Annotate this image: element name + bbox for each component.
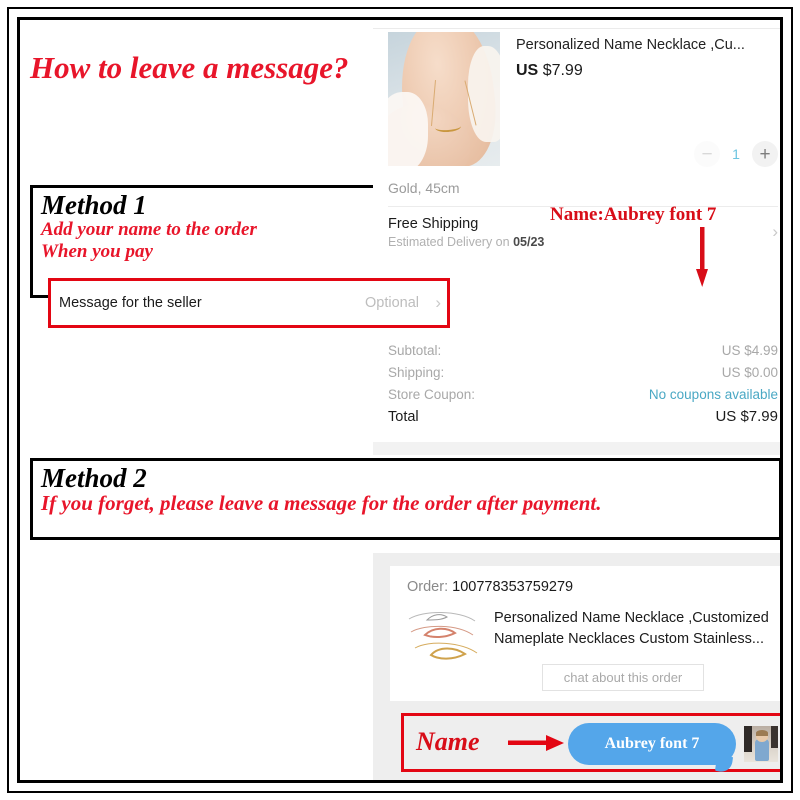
price-amount: $7.99 [542, 62, 583, 80]
table-row: Store Coupon: No coupons available [388, 384, 778, 406]
infographic-frame: How to leave a message? Method 1 Add you… [17, 17, 783, 783]
chat-about-this-order-button[interactable]: chat about this order [542, 664, 704, 691]
necklaces-illustration [408, 612, 478, 660]
summary-value: US $4.99 [721, 343, 778, 358]
annotation-name-label: Name [416, 727, 480, 756]
summary-label: Store Coupon: [388, 387, 476, 402]
summary-value: US $7.99 [715, 408, 778, 425]
order-number-line: Order: 100778353759279 [407, 579, 573, 595]
message-for-seller-field[interactable]: Message for the seller Optional › [48, 278, 450, 328]
order-detail-screenshot: Order: 100778353759279 Personalized Name… [373, 553, 780, 780]
table-row: Subtotal: US $4.99 [388, 340, 778, 362]
chat-message-bubble: Aubrey font 7 [568, 723, 736, 765]
shipping-estimate-prefix: Estimated Delivery on [388, 235, 514, 249]
order-number: 100778353759279 [452, 579, 574, 595]
product-title: Personalized Name Necklace ,Cu... [516, 37, 745, 53]
product-photo [388, 32, 500, 166]
panel-bottom-band [373, 442, 780, 455]
arrow-right-icon [508, 735, 564, 751]
chat-name-callout: Name Aubrey font 7 [401, 713, 780, 772]
quantity-decrease-button[interactable]: − [694, 141, 720, 167]
chevron-right-icon[interactable]: › [772, 222, 778, 242]
quantity-stepper[interactable]: − 1 + [694, 141, 778, 167]
order-product-thumbnail [407, 608, 483, 670]
shipping-estimate: Estimated Delivery on 05/23 [388, 235, 778, 249]
summary-label: Subtotal: [388, 343, 442, 358]
table-row-total: Total US $7.99 [388, 406, 778, 428]
order-product-description: Personalized Name Necklace ,Customized N… [494, 610, 769, 647]
product-variant: Gold, 45cm [388, 180, 460, 196]
arrow-down-icon [696, 227, 708, 287]
summary-label: Total [388, 409, 419, 425]
avatar [744, 726, 778, 762]
method-1-title: Method 1 [41, 190, 147, 220]
message-for-seller-placeholder: Optional [364, 295, 419, 311]
order-card: Order: 100778353759279 Personalized Name… [390, 566, 780, 701]
chevron-right-icon[interactable]: › [435, 293, 441, 313]
shipping-estimate-date: 05/23 [513, 235, 545, 249]
panel-top-divider [373, 28, 780, 29]
order-summary: Subtotal: US $4.99 Shipping: US $0.00 St… [388, 340, 778, 428]
price-currency: US [516, 62, 539, 80]
summary-label: Shipping: [388, 365, 445, 380]
summary-value-coupon[interactable]: No coupons available [649, 384, 778, 406]
summary-value: US $0.00 [721, 365, 778, 380]
product-price: US $7.99 [516, 62, 778, 80]
method-1-line-1: Add your name to the order [41, 219, 257, 241]
quantity-increase-button[interactable]: + [752, 141, 778, 167]
cart-product-row[interactable]: Personalized Name Necklace ,Cu... US $7.… [388, 32, 778, 177]
table-row: Shipping: US $0.00 [388, 362, 778, 384]
product-info: Personalized Name Necklace ,Cu... US $7.… [516, 36, 778, 80]
method-2-title: Method 2 [41, 463, 147, 493]
message-for-seller-label: Message for the seller [59, 295, 202, 311]
method-2-line-1: If you forget, please leave a message fo… [41, 491, 602, 516]
annotation-name-font: Name:Aubrey font 7 [550, 204, 717, 225]
method-2-callout: Method 2 If you forget, please leave a m… [30, 458, 780, 540]
order-label: Order: [407, 579, 453, 595]
page-title: How to leave a message? [30, 50, 349, 85]
method-1-line-2: When you pay [41, 240, 153, 262]
quantity-value: 1 [732, 146, 740, 162]
